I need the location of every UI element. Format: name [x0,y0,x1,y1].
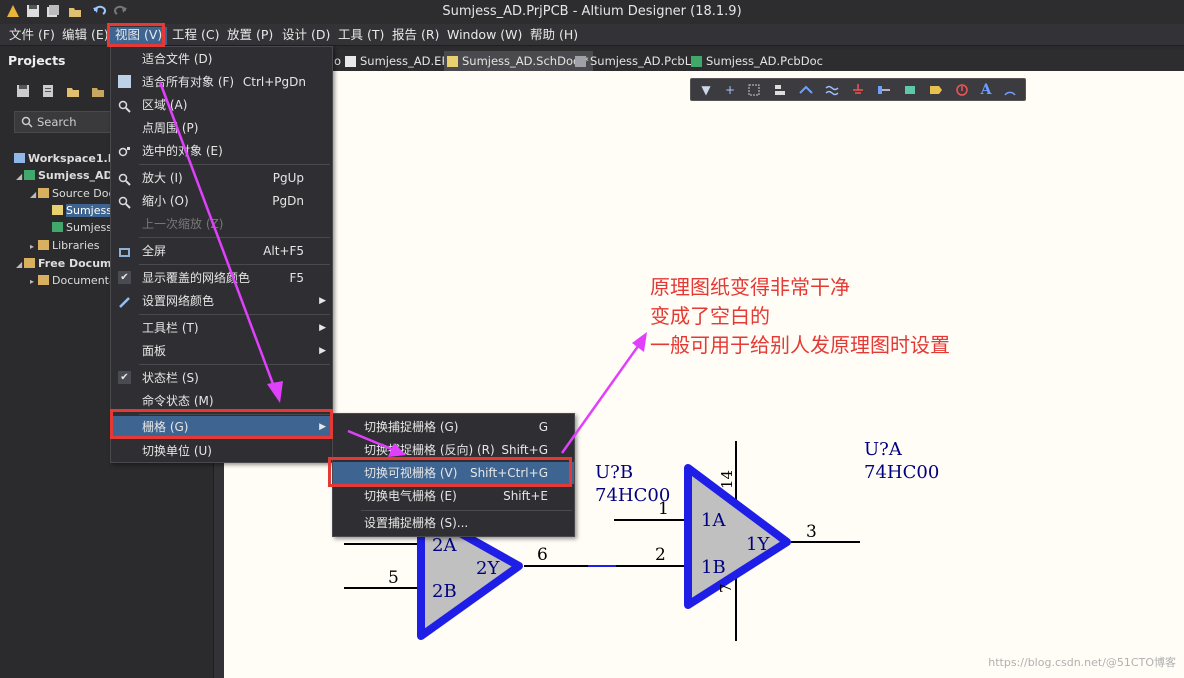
annotation-arrow-head [632,332,647,352]
annotation-arrow-line [347,429,395,452]
annotation-arrow-line [560,341,643,454]
annotation-line: 原理图纸变得非常干净 [650,275,850,299]
annotation-arrows [158,81,647,457]
watermark: https://blog.csdn.net/@51CTO博客 [988,656,1176,669]
annotation-note: 原理图纸变得非常干净 变成了空白的 一般可用于给别人发原理图时设置 [650,273,950,360]
annotation-line: 变成了空白的 [650,304,770,328]
annotation-arrow-line [158,81,278,393]
annotation-line: 一般可用于给别人发原理图时设置 [650,333,950,357]
annotation-arrow-head [388,443,406,457]
annotation-arrow-head [267,381,283,403]
